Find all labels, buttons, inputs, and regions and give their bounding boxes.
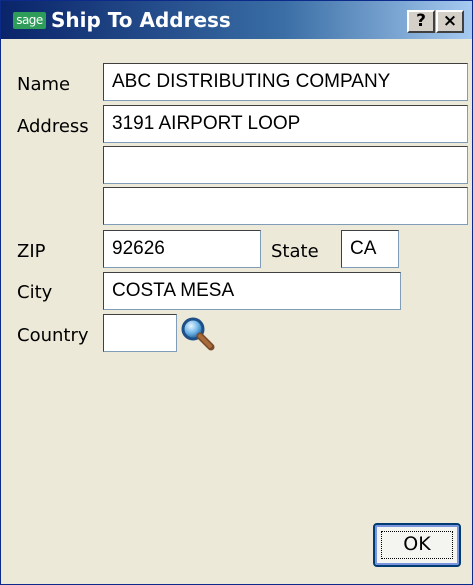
sage-logo-icon: sage [13,12,46,29]
city-field[interactable]: COSTA MESA [103,272,401,310]
state-field[interactable]: CA [341,230,399,268]
address-label: Address [17,116,89,137]
zip-label: ZIP [17,241,46,262]
ok-button[interactable]: OK [373,523,461,567]
name-label: Name [17,74,71,95]
country-label: Country [17,325,89,346]
address-line1-field[interactable]: 3191 AIRPORT LOOP [103,105,468,143]
zip-field[interactable]: 92626 [103,230,261,268]
state-label: State [271,241,319,262]
focus-ring [381,531,453,559]
address-line2-field[interactable] [103,146,468,184]
close-button[interactable]: × [436,10,464,33]
name-field[interactable]: ABC DISTRIBUTING COMPANY [103,63,468,101]
ship-to-address-dialog: sage Ship To Address ? × Name ABC DISTRI… [0,0,473,585]
city-label: City [17,282,53,303]
window-title: Ship To Address [51,8,231,32]
address-line3-field[interactable] [103,187,468,225]
magnifier-icon[interactable] [179,316,215,352]
help-button[interactable]: ? [407,10,435,33]
country-field[interactable] [103,314,177,352]
title-bar[interactable]: sage Ship To Address ? × [1,1,472,39]
